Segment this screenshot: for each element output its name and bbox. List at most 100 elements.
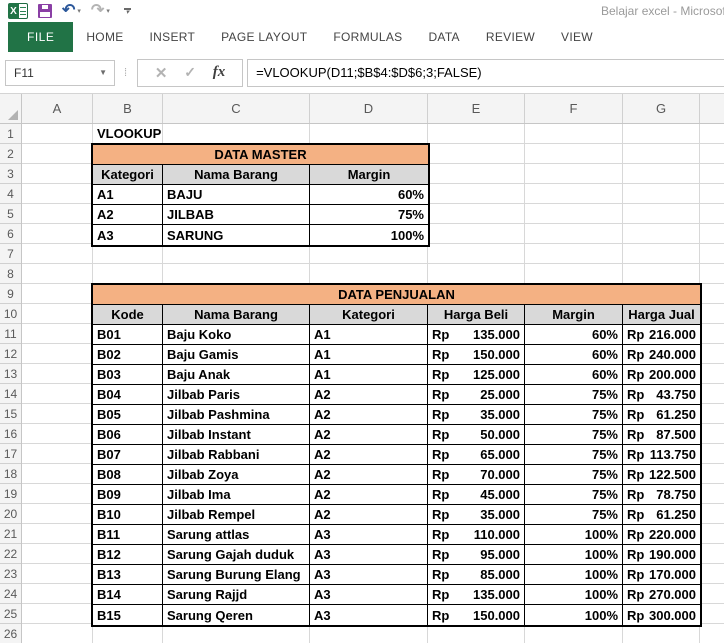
penjualan-cell-harga-jual[interactable]: Rp 122.500 — [623, 465, 700, 485]
penjualan-cell-margin[interactable]: 75% — [525, 465, 623, 485]
penjualan-cell-nama[interactable]: Sarung Burung Elang — [163, 565, 310, 585]
penjualan-cell-margin[interactable]: 100% — [525, 585, 623, 605]
penjualan-cell-margin[interactable]: 75% — [525, 385, 623, 405]
penjualan-cell-nama[interactable]: Sarung Gajah duduk — [163, 545, 310, 565]
row-header[interactable]: 23 — [0, 564, 21, 584]
name-box-dropdown-icon[interactable]: ▼ — [91, 68, 114, 77]
row-header[interactable]: 4 — [0, 184, 21, 204]
penjualan-cell-harga-jual[interactable]: Rp 200.000 — [623, 365, 700, 385]
master-cell-margin[interactable]: 60% — [310, 185, 428, 205]
master-cell-nama[interactable]: SARUNG — [163, 225, 310, 245]
penjualan-cell-kode[interactable]: B07 — [93, 445, 163, 465]
row-header[interactable]: 12 — [0, 344, 21, 364]
penjualan-cell-nama[interactable]: Baju Koko — [163, 325, 310, 345]
penjualan-header-margin[interactable]: Margin — [525, 305, 623, 325]
penjualan-cell-kode[interactable]: B06 — [93, 425, 163, 445]
penjualan-cell-harga-jual[interactable]: Rp 216.000 — [623, 325, 700, 345]
penjualan-cell-nama[interactable]: Sarung Qeren — [163, 605, 310, 625]
penjualan-cell-harga-beli[interactable]: Rp 150.000 — [428, 605, 525, 625]
redo-dropdown-icon[interactable]: ▾ — [106, 7, 110, 15]
row-header[interactable]: 9 — [0, 284, 21, 304]
penjualan-cell-harga-jual[interactable]: Rp 300.000 — [623, 605, 700, 625]
penjualan-cell-harga-beli[interactable]: Rp 50.000 — [428, 425, 525, 445]
row-header[interactable]: 24 — [0, 584, 21, 604]
penjualan-cell-nama[interactable]: Baju Anak — [163, 365, 310, 385]
penjualan-cell-harga-beli[interactable]: Rp 110.000 — [428, 525, 525, 545]
penjualan-header-kategori[interactable]: Kategori — [310, 305, 428, 325]
row-header[interactable]: 21 — [0, 524, 21, 544]
penjualan-cell-nama[interactable]: Sarung Rajjd — [163, 585, 310, 605]
data-penjualan-title[interactable]: DATA PENJUALAN — [93, 285, 700, 305]
undo-button[interactable]: ↶ ▾ — [62, 3, 81, 19]
tab-insert[interactable]: INSERT — [137, 22, 209, 52]
master-cell-nama[interactable]: JILBAB — [163, 205, 310, 225]
penjualan-cell-harga-beli[interactable]: Rp 65.000 — [428, 445, 525, 465]
penjualan-header-harga-beli[interactable]: Harga Beli — [428, 305, 525, 325]
select-all-button[interactable] — [0, 94, 22, 123]
penjualan-cell-harga-beli[interactable]: Rp 25.000 — [428, 385, 525, 405]
row-header[interactable]: 8 — [0, 264, 21, 284]
penjualan-cell-kode[interactable]: B02 — [93, 345, 163, 365]
penjualan-header-kode[interactable]: Kode — [93, 305, 163, 325]
row-header[interactable]: 25 — [0, 604, 21, 624]
penjualan-header-harga-jual[interactable]: Harga Jual — [623, 305, 700, 325]
penjualan-cell-harga-jual[interactable]: Rp 43.750 — [623, 385, 700, 405]
row-header[interactable]: 14 — [0, 384, 21, 404]
penjualan-cell-harga-jual[interactable]: Rp 61.250 — [623, 505, 700, 525]
tab-view[interactable]: VIEW — [548, 22, 606, 52]
excel-app-icon[interactable]: X — [8, 3, 28, 19]
master-cell-nama[interactable]: BAJU — [163, 185, 310, 205]
penjualan-cell-kode[interactable]: B13 — [93, 565, 163, 585]
penjualan-cell-kategori[interactable]: A2 — [310, 485, 428, 505]
penjualan-cell-kode[interactable]: B01 — [93, 325, 163, 345]
master-header-margin[interactable]: Margin — [310, 165, 428, 185]
column-header-f[interactable]: F — [525, 94, 623, 123]
penjualan-cell-nama[interactable]: Jilbab Ima — [163, 485, 310, 505]
row-header[interactable]: 26 — [0, 624, 21, 643]
penjualan-cell-kategori[interactable]: A3 — [310, 605, 428, 625]
tab-file[interactable]: FILE — [8, 22, 74, 52]
row-header[interactable]: 19 — [0, 484, 21, 504]
penjualan-cell-harga-jual[interactable]: Rp 270.000 — [623, 585, 700, 605]
penjualan-cell-kategori[interactable]: A2 — [310, 445, 428, 465]
penjualan-cell-nama[interactable]: Jilbab Paris — [163, 385, 310, 405]
penjualan-cell-harga-jual[interactable]: Rp 78.750 — [623, 485, 700, 505]
penjualan-cell-margin[interactable]: 60% — [525, 345, 623, 365]
penjualan-cell-nama[interactable]: Baju Gamis — [163, 345, 310, 365]
penjualan-cell-harga-jual[interactable]: Rp 87.500 — [623, 425, 700, 445]
column-header-d[interactable]: D — [310, 94, 428, 123]
row-header[interactable]: 10 — [0, 304, 21, 324]
penjualan-cell-kategori[interactable]: A3 — [310, 545, 428, 565]
penjualan-cell-harga-beli[interactable]: Rp 35.000 — [428, 505, 525, 525]
penjualan-cell-harga-jual[interactable]: Rp 113.750 — [623, 445, 700, 465]
penjualan-cell-nama[interactable]: Jilbab Instant — [163, 425, 310, 445]
master-cell-kategori[interactable]: A3 — [93, 225, 163, 245]
penjualan-cell-kategori[interactable]: A3 — [310, 585, 428, 605]
penjualan-cell-kode[interactable]: B15 — [93, 605, 163, 625]
penjualan-cell-kode[interactable]: B03 — [93, 365, 163, 385]
penjualan-cell-harga-beli[interactable]: Rp 35.000 — [428, 405, 525, 425]
penjualan-cell-nama[interactable]: Jilbab Rabbani — [163, 445, 310, 465]
insert-function-icon[interactable]: fx — [213, 64, 226, 81]
penjualan-cell-margin[interactable]: 100% — [525, 525, 623, 545]
penjualan-cell-kategori[interactable]: A2 — [310, 465, 428, 485]
formula-input[interactable]: =VLOOKUP(D11;$B$4:$D$6;3;FALSE) — [247, 58, 724, 87]
master-cell-margin[interactable]: 100% — [310, 225, 428, 245]
row-header[interactable]: 15 — [0, 404, 21, 424]
penjualan-cell-kategori[interactable]: A3 — [310, 565, 428, 585]
row-header[interactable]: 20 — [0, 504, 21, 524]
penjualan-cell-kategori[interactable]: A2 — [310, 425, 428, 445]
penjualan-cell-kategori[interactable]: A1 — [310, 345, 428, 365]
row-header[interactable]: 22 — [0, 544, 21, 564]
penjualan-cell-harga-jual[interactable]: Rp 61.250 — [623, 405, 700, 425]
column-header-g[interactable]: G — [623, 94, 700, 123]
column-header-b[interactable]: B — [93, 94, 163, 123]
formula-bar-splitter[interactable]: ⁞ — [124, 67, 128, 79]
penjualan-cell-kategori[interactable]: A3 — [310, 525, 428, 545]
penjualan-cell-harga-jual[interactable]: Rp 170.000 — [623, 565, 700, 585]
row-header[interactable]: 11 — [0, 324, 21, 344]
tab-review[interactable]: REVIEW — [473, 22, 548, 52]
cancel-formula-icon[interactable]: ✕ — [155, 64, 168, 82]
penjualan-cell-margin[interactable]: 100% — [525, 565, 623, 585]
column-header-c[interactable]: C — [163, 94, 310, 123]
